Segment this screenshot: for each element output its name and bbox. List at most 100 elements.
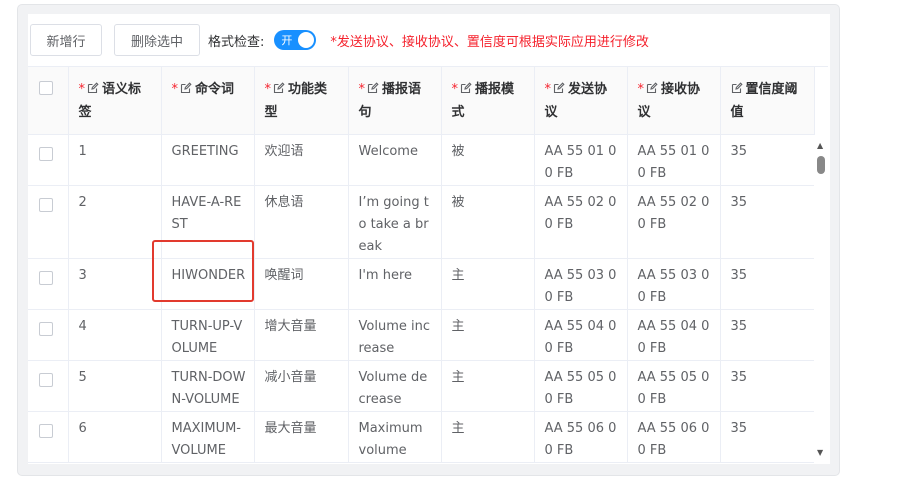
row-checkbox[interactable] (39, 321, 53, 336)
cell-text: 35 (730, 369, 748, 385)
command-table-card: 新增行 删除选中 格式检查: 开 *发送协议、接收协议、置信度可根据实际应用进行… (28, 14, 830, 464)
row-checkbox[interactable] (39, 197, 53, 212)
row-checkbox[interactable] (39, 423, 53, 438)
column-header-content: 置信度阈值 (721, 67, 814, 124)
required-marker: * (358, 82, 366, 97)
cell-text: TURN-DOWN-VOLUME (171, 369, 246, 407)
semantic-tag-cell[interactable]: 4 (68, 309, 162, 361)
column-header-content: * 功能类型 (255, 67, 348, 124)
speech-text-cell[interactable]: Welcome (348, 134, 442, 186)
function-type-cell[interactable]: 欢迎语 (254, 134, 349, 186)
row-select-cell (28, 360, 69, 412)
edit-icon (646, 80, 658, 102)
column-header: * 命令词 (161, 67, 255, 135)
row-checkbox[interactable] (39, 146, 53, 161)
required-marker: * (637, 82, 645, 97)
cell-text: Welcome (358, 143, 418, 159)
function-type-cell[interactable]: 唤醒词 (254, 258, 349, 310)
add-row-button[interactable]: 新增行 (30, 24, 102, 56)
row-select-cell (28, 411, 69, 463)
table-row[interactable]: 3 HIWONDER 唤醒词 I'm here 主 AA 55 03 00 FB AA 55… (28, 258, 815, 310)
caret-up-icon[interactable]: ▲ (817, 141, 823, 150)
receive-protocol-cell[interactable]: AA 55 04 00 FB (627, 309, 721, 361)
confidence-cell[interactable]: 35 (720, 185, 815, 259)
command-word-cell[interactable]: TURN-UP-VOLUME (161, 309, 255, 361)
table-row[interactable]: 5 TURN-DOWN-VOLUME 减小音量 Volume decrease 主 AA … (28, 360, 815, 412)
select-all-checkbox[interactable] (39, 81, 53, 95)
receive-protocol-cell[interactable]: AA 55 01 00 FB (627, 134, 721, 186)
receive-protocol-cell[interactable]: AA 55 06 00 FB (627, 411, 721, 463)
cell-text: 35 (730, 143, 748, 159)
function-type-cell[interactable]: 休息语 (254, 185, 349, 259)
required-marker: * (78, 82, 86, 97)
row-checkbox[interactable] (39, 270, 53, 285)
cell-text: MAXIMUM-VOLUME (171, 420, 242, 458)
confidence-cell[interactable]: 35 (720, 411, 815, 463)
vertical-scrollbar[interactable]: ▲ ▼ (814, 135, 828, 464)
column-header: * 播报模式 (441, 67, 535, 135)
cell-text: 1 (78, 143, 87, 159)
delete-selected-button[interactable]: 删除选中 (114, 24, 200, 56)
cell-text: I'm here (358, 267, 413, 283)
cell-text: 被 (451, 143, 465, 159)
caret-down-icon[interactable]: ▼ (817, 448, 823, 457)
broadcast-mode-cell[interactable]: 主 (441, 258, 535, 310)
receive-protocol-cell[interactable]: AA 55 03 00 FB (627, 258, 721, 310)
command-word-cell[interactable]: GREETING (161, 134, 255, 186)
table-row[interactable]: 6 MAXIMUM-VOLUME 最大音量 Maximum volume 主 AA 55 … (28, 411, 815, 463)
confidence-cell[interactable]: 35 (720, 258, 815, 310)
confidence-cell[interactable]: 35 (720, 134, 815, 186)
broadcast-mode-cell[interactable]: 被 (441, 134, 535, 186)
semantic-tag-cell[interactable]: 3 (68, 258, 162, 310)
speech-text-cell[interactable]: I’m going to take a break (348, 185, 442, 259)
send-protocol-cell[interactable]: AA 55 02 00 FB (534, 185, 628, 259)
confidence-cell[interactable]: 35 (720, 309, 815, 361)
column-header: * 播报语句 (348, 67, 442, 135)
table-container: * 语义标签 * 命令词 * 功能类型 * 播报语句 * 播报模式 * 发送协议 * 接收协议 置信度阈值 … (28, 66, 828, 464)
function-type-cell[interactable]: 减小音量 (254, 360, 349, 412)
cell-text: AA 55 02 00 FB (637, 194, 710, 232)
column-header: * 语义标签 (68, 67, 162, 135)
send-protocol-cell[interactable]: AA 55 05 00 FB (534, 360, 628, 412)
speech-text-cell[interactable]: Volume decrease (348, 360, 442, 412)
table-body: 1 GREETING 欢迎语 Welcome 被 AA 55 01 00 FB AA 55 … (28, 134, 815, 463)
cell-text: Maximum volume (358, 420, 423, 458)
speech-text-cell[interactable]: Volume increase (348, 309, 442, 361)
cell-text: 3 (78, 267, 87, 283)
send-protocol-cell[interactable]: AA 55 06 00 FB (534, 411, 628, 463)
broadcast-mode-cell[interactable]: 主 (441, 411, 535, 463)
function-type-cell[interactable]: 增大音量 (254, 309, 349, 361)
broadcast-mode-cell[interactable]: 主 (441, 309, 535, 361)
format-check-switch[interactable]: 开 (274, 30, 317, 50)
edit-icon (367, 80, 379, 102)
semantic-tag-cell[interactable]: 2 (68, 185, 162, 259)
semantic-tag-cell[interactable]: 6 (68, 411, 162, 463)
table-row[interactable]: 2 HAVE-A-REST 休息语 I’m going to take a break… (28, 185, 815, 259)
table-row[interactable]: 4 TURN-UP-VOLUME 增大音量 Volume increase 主 AA 55… (28, 309, 815, 361)
cell-text: 35 (730, 318, 748, 334)
speech-text-cell[interactable]: I'm here (348, 258, 442, 310)
receive-protocol-cell[interactable]: AA 55 05 00 FB (627, 360, 721, 412)
scrollbar-thumb[interactable] (817, 156, 825, 174)
send-protocol-cell[interactable]: AA 55 01 00 FB (534, 134, 628, 186)
row-checkbox[interactable] (39, 372, 53, 387)
table-row[interactable]: 1 GREETING 欢迎语 Welcome 被 AA 55 01 00 FB AA 55 … (28, 134, 815, 186)
speech-text-cell[interactable]: Maximum volume (348, 411, 442, 463)
broadcast-mode-cell[interactable]: 被 (441, 185, 535, 259)
function-type-cell[interactable]: 最大音量 (254, 411, 349, 463)
send-protocol-cell[interactable]: AA 55 04 00 FB (534, 309, 628, 361)
cell-text: AA 55 04 00 FB (637, 318, 710, 356)
cell-text: 被 (451, 194, 465, 210)
send-protocol-cell[interactable]: AA 55 03 00 FB (534, 258, 628, 310)
confidence-cell[interactable]: 35 (720, 360, 815, 412)
command-word-cell[interactable]: TURN-DOWN-VOLUME (161, 360, 255, 412)
receive-protocol-cell[interactable]: AA 55 02 00 FB (627, 185, 721, 259)
semantic-tag-cell[interactable]: 1 (68, 134, 162, 186)
cell-text: 35 (730, 420, 748, 436)
cell-text: 主 (451, 318, 465, 334)
broadcast-mode-cell[interactable]: 主 (441, 360, 535, 412)
semantic-tag-cell[interactable]: 5 (68, 360, 162, 412)
edit-icon (553, 80, 565, 102)
command-word-cell[interactable]: MAXIMUM-VOLUME (161, 411, 255, 463)
edit-icon (273, 80, 285, 102)
